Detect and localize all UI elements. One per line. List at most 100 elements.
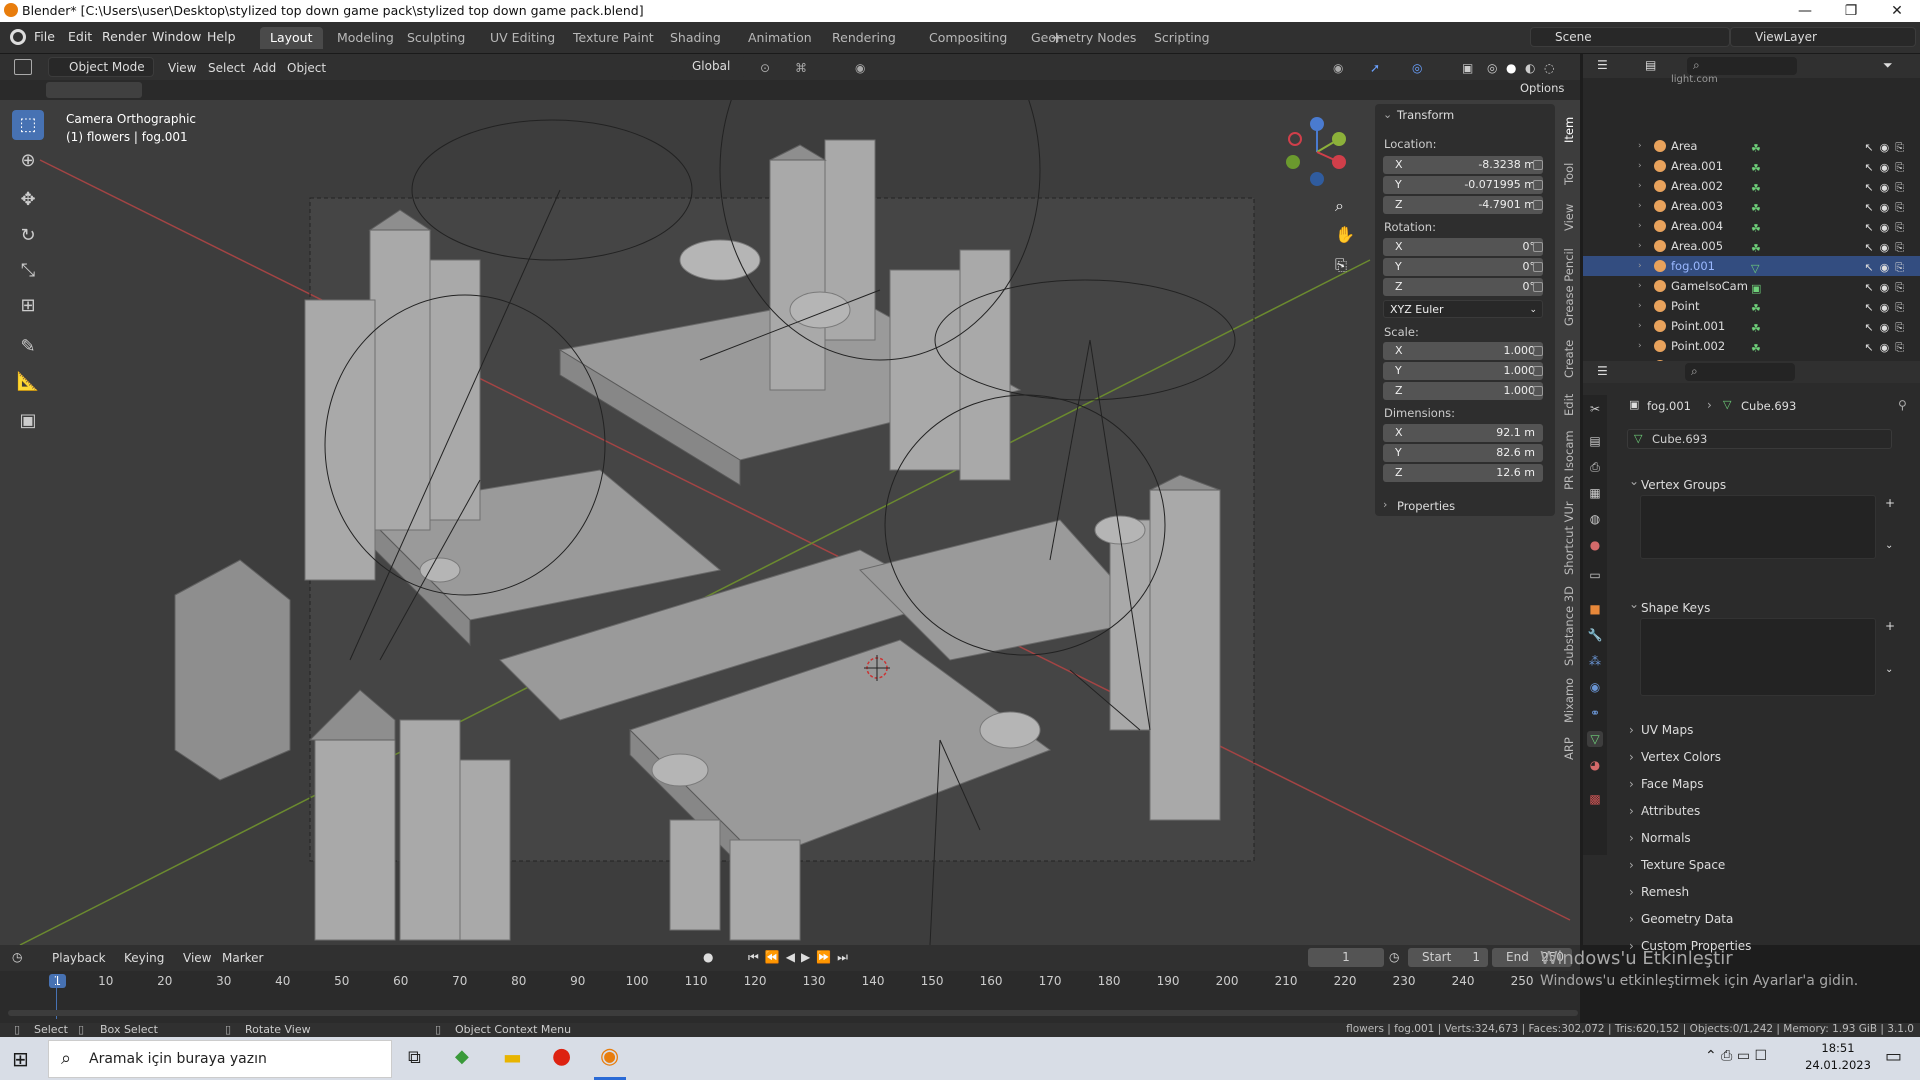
visibility-toggles-icon[interactable]: ↖◉⎘: [1864, 238, 1910, 258]
close-icon[interactable]: ✕: [1874, 0, 1920, 22]
lock-icon[interactable]: [1533, 346, 1543, 356]
lock-icon[interactable]: [1533, 180, 1543, 190]
visibility-toggles-icon[interactable]: ↖◉⎘: [1864, 338, 1910, 358]
timeline-scrollbar[interactable]: [8, 1010, 1578, 1016]
menu-help[interactable]: Help: [207, 29, 236, 44]
tab-animation[interactable]: Animation: [738, 27, 822, 49]
dimensions-z-field[interactable]: Z 12.6 m: [1383, 464, 1543, 482]
menu-edit[interactable]: Edit: [68, 29, 92, 44]
solid-shading-icon[interactable]: ●: [1506, 58, 1516, 78]
options-dropdown[interactable]: Options: [1520, 81, 1564, 95]
lock-icon[interactable]: [1533, 242, 1543, 252]
outliner-row[interactable]: › GameIsoCam ▣ ↖◉⎘: [1583, 276, 1920, 296]
tab-shortcut-vur[interactable]: Shortcut VUr: [1562, 498, 1580, 578]
outliner-row[interactable]: › Area.001 ☘ ↖◉⎘: [1583, 156, 1920, 176]
tab-geometry-nodes[interactable]: Geometry Nodes: [1021, 27, 1146, 49]
mesh-name-field[interactable]: ▽ Cube.693: [1627, 429, 1892, 449]
viewport-menu-add[interactable]: Add: [253, 58, 276, 78]
view-layer-icon[interactable]: ▦: [1587, 485, 1603, 501]
expand-arrow-icon[interactable]: ›: [1638, 236, 1642, 256]
lock-icon[interactable]: [1533, 160, 1543, 170]
add-shape-key-icon[interactable]: +: [1885, 619, 1895, 633]
file-explorer-icon[interactable]: ▬: [503, 1045, 522, 1069]
modifier-wrench-icon[interactable]: 🔧: [1587, 627, 1603, 643]
scale-z-field[interactable]: Z 1.000: [1383, 382, 1543, 400]
visibility-toggles-icon[interactable]: ↖◉⎘: [1864, 318, 1910, 338]
expand-arrow-icon[interactable]: ›: [1638, 316, 1642, 336]
current-frame-field[interactable]: 1: [1308, 948, 1384, 967]
tab-tool[interactable]: Tool: [1562, 156, 1580, 192]
rotate-tool-icon[interactable]: ↻: [12, 221, 44, 251]
tab-item[interactable]: Item: [1562, 110, 1580, 150]
expand-arrow-icon[interactable]: ›: [1638, 216, 1642, 236]
tab-arp[interactable]: ARP: [1562, 732, 1580, 766]
proportional-edit-icon[interactable]: ◉: [855, 58, 865, 78]
pivot-icon[interactable]: ⊙: [760, 58, 770, 78]
dimensions-x-field[interactable]: X 92.1 m: [1383, 424, 1543, 442]
tab-texture-paint[interactable]: Texture Paint: [563, 27, 664, 49]
visibility-toggles-icon[interactable]: ↖◉⎘: [1864, 258, 1910, 278]
expand-arrow-icon[interactable]: ›: [1638, 296, 1642, 316]
lock-icon[interactable]: [1533, 282, 1543, 292]
material-shading-icon[interactable]: ◐: [1525, 58, 1535, 78]
pan-hand-icon[interactable]: ✋: [1335, 225, 1355, 244]
pin-icon[interactable]: ⚲: [1898, 398, 1907, 412]
gizmo-icon[interactable]: ➚: [1370, 58, 1380, 78]
physics-icon[interactable]: ◉: [1587, 679, 1603, 695]
filter-icon[interactable]: ⏷: [1883, 58, 1893, 73]
tab-compositing[interactable]: Compositing: [919, 27, 1017, 49]
mode-dropdown[interactable]: Object Mode: [48, 57, 154, 77]
notification-icon[interactable]: ▭: [1885, 1046, 1902, 1067]
lock-icon[interactable]: [1533, 386, 1543, 396]
opera-icon[interactable]: ●: [552, 1044, 571, 1069]
tab-mixamo[interactable]: Mixamo: [1562, 674, 1580, 726]
add-vertex-group-icon[interactable]: +: [1885, 496, 1895, 510]
tab-create[interactable]: Create: [1562, 336, 1580, 382]
outliner-row[interactable]: › Point ☘ ↖◉⎘: [1583, 296, 1920, 316]
panel-uv-maps[interactable]: UV Maps: [1625, 719, 1915, 741]
panel-texture-space[interactable]: Texture Space: [1625, 854, 1915, 876]
visibility-toggles-icon[interactable]: ↖◉⎘: [1864, 178, 1910, 198]
visibility-toggles-icon[interactable]: ↖◉⎘: [1864, 138, 1910, 158]
tab-uv-editing[interactable]: UV Editing: [480, 27, 565, 49]
windows-start-icon[interactable]: ⊞: [12, 1047, 29, 1071]
panel-shape-keys[interactable]: Shape Keys: [1625, 593, 1915, 619]
location-x-field[interactable]: X -8.3238 m: [1383, 156, 1543, 174]
tray-icons[interactable]: ⌃ ⎙ ▭ ☐: [1705, 1048, 1767, 1064]
measure-tool-icon[interactable]: 📐: [12, 367, 44, 397]
editor-type-icon[interactable]: ☰: [1597, 58, 1608, 72]
rendered-shading-icon[interactable]: ◌: [1544, 58, 1554, 78]
outliner-row[interactable]: › Area.003 ☘ ↖◉⎘: [1583, 196, 1920, 216]
task-view-icon[interactable]: ⧉: [408, 1047, 421, 1068]
panel-vertex-colors[interactable]: Vertex Colors: [1625, 746, 1915, 768]
tab-scripting[interactable]: Scripting: [1144, 27, 1220, 49]
viewport-menu-view[interactable]: View: [168, 58, 196, 78]
chevron-down-icon[interactable]: ⌄: [1885, 664, 1893, 675]
tab-edit[interactable]: Edit: [1562, 388, 1580, 422]
scale-x-field[interactable]: X 1.000: [1383, 342, 1543, 360]
tab-shading[interactable]: Shading: [660, 27, 731, 49]
tab-substance-3d[interactable]: Substance 3D: [1562, 584, 1580, 668]
minimize-icon[interactable]: —: [1782, 0, 1828, 22]
blender-taskbar-icon[interactable]: ◉: [600, 1044, 619, 1069]
taskbar-search-input[interactable]: ⌕ Aramak için buraya yazın: [48, 1040, 392, 1078]
select-box-tool-icon[interactable]: ⬚: [12, 110, 44, 140]
orientation-dropdown[interactable]: Global: [670, 57, 746, 77]
tab-rendering[interactable]: Rendering: [822, 27, 906, 49]
outliner-search-input[interactable]: ⌕: [1687, 57, 1797, 75]
menu-window[interactable]: Window: [152, 29, 201, 44]
object-icon[interactable]: ■: [1587, 601, 1603, 617]
scene-selector[interactable]: Scene: [1530, 27, 1730, 47]
start-frame-field[interactable]: Start 1: [1408, 948, 1488, 967]
expand-arrow-icon[interactable]: ›: [1638, 196, 1642, 216]
collection-icon[interactable]: ▭: [1587, 567, 1603, 583]
expand-arrow-icon[interactable]: ›: [1638, 136, 1642, 156]
object-data-mesh-icon[interactable]: ▽: [1587, 731, 1603, 747]
expand-arrow-icon[interactable]: ›: [1638, 336, 1642, 356]
render-icon[interactable]: ▤: [1587, 433, 1603, 449]
outliner-row[interactable]: › fog.001 ▽ ↖◉⎘: [1583, 256, 1920, 276]
xray-icon[interactable]: ▣: [1462, 58, 1473, 78]
outliner-row[interactable]: › Point.001 ☘ ↖◉⎘: [1583, 316, 1920, 336]
lock-icon[interactable]: [1533, 366, 1543, 376]
rotation-mode-dropdown[interactable]: XYZ Euler ⌄: [1383, 300, 1543, 318]
